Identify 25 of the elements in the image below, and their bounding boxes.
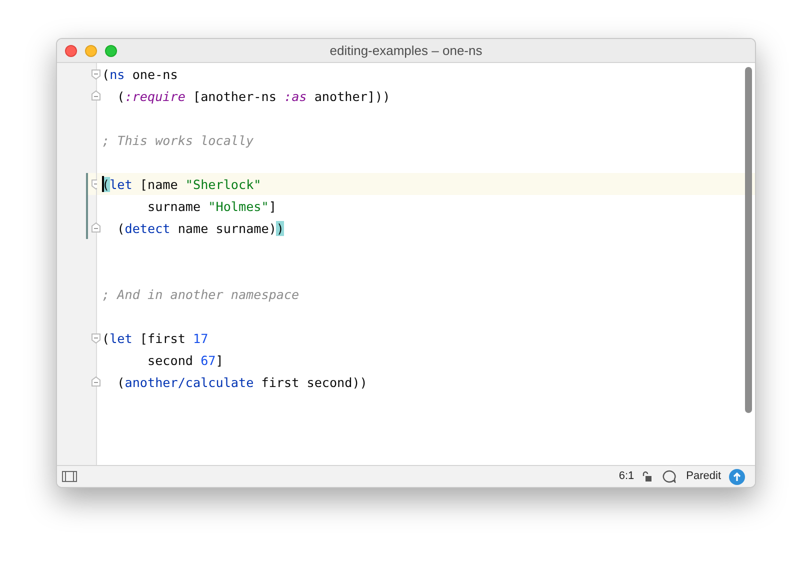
unfold-icon[interactable] <box>91 376 101 387</box>
code-line: second 67] <box>146 352 224 368</box>
caret-position[interactable]: 6:1 <box>618 468 634 485</box>
code-line: (:require [another-ns :as another])) <box>116 88 390 104</box>
close-window-button[interactable] <box>65 44 77 56</box>
code-line: surname "Holmes"] <box>146 198 276 214</box>
panel-toggle-icon[interactable] <box>62 471 77 482</box>
unfold-icon[interactable] <box>91 90 101 101</box>
code-line: (let [name "Sherlock" <box>102 176 262 192</box>
zoom-window-button[interactable] <box>105 44 117 56</box>
unfold-icon[interactable] <box>91 222 101 233</box>
editing-mode[interactable]: Paredit <box>686 468 721 485</box>
unlocked-padlock-icon[interactable] <box>642 471 652 482</box>
window-title: editing-examples – one-ns <box>330 42 482 60</box>
minimize-window-button[interactable] <box>85 44 97 56</box>
code-comment: ; This works locally <box>102 132 254 148</box>
scrollbar-thumb[interactable] <box>745 67 752 413</box>
speech-bubble-icon[interactable] <box>662 470 676 483</box>
code-comment: ; And in another namespace <box>102 286 300 302</box>
code-line: (detect name surname)) <box>116 220 284 236</box>
fold-icon[interactable] <box>91 333 101 344</box>
code-line: (ns one-ns <box>102 66 178 82</box>
fold-icon[interactable] <box>91 69 101 80</box>
code-line: (let [first 17 <box>102 330 208 346</box>
code-line: (another/calculate first second)) <box>116 374 368 390</box>
